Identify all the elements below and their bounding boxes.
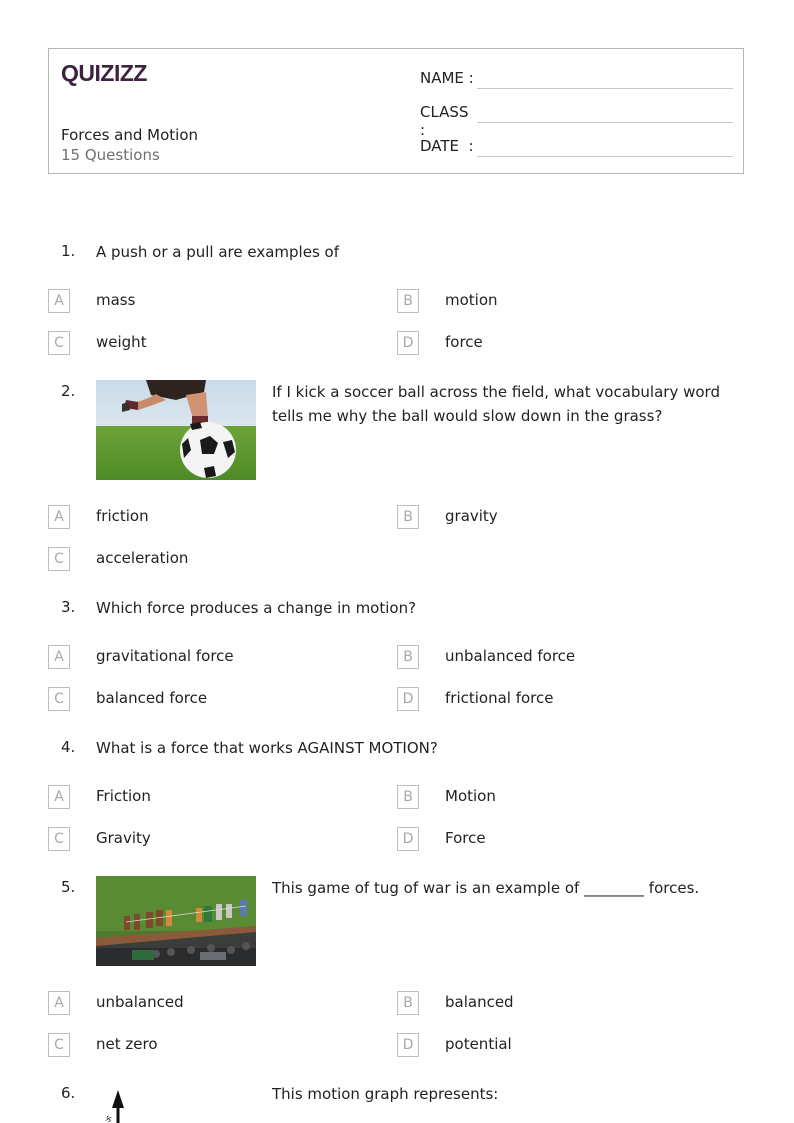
option-letter-box: B bbox=[397, 645, 419, 669]
option-letter-box: C bbox=[48, 331, 70, 355]
option-letter-box: A bbox=[48, 645, 70, 669]
worksheet-header: QUIZIZZ Forces and Motion 15 Questions N… bbox=[48, 48, 744, 174]
option-text: gravity bbox=[445, 507, 498, 525]
option-text: Friction bbox=[96, 787, 151, 805]
option-text: mass bbox=[96, 291, 136, 309]
question-number: 6. bbox=[61, 1084, 76, 1102]
option-text: potential bbox=[445, 1035, 512, 1053]
option-text: Motion bbox=[445, 787, 496, 805]
option-letter-box: A bbox=[48, 289, 70, 313]
option-letter-box: D bbox=[397, 331, 419, 355]
name-input-line[interactable] bbox=[477, 88, 733, 89]
y-axis-arrowhead bbox=[112, 1090, 124, 1108]
question-text: What is a force that works AGAINST MOTIO… bbox=[96, 739, 438, 757]
option-text: motion bbox=[445, 291, 498, 309]
option-text: weight bbox=[96, 333, 147, 351]
option-letter-box: A bbox=[48, 991, 70, 1015]
question-text: This motion graph represents: bbox=[272, 1085, 499, 1103]
quizizz-logo: QUIZIZZ bbox=[61, 60, 148, 86]
option-text: unbalanced force bbox=[445, 647, 576, 665]
option-letter-box: C bbox=[48, 687, 70, 711]
question-number: 1. bbox=[61, 242, 76, 260]
name-field[interactable]: NAME : bbox=[420, 69, 733, 89]
option-text: balanced bbox=[445, 993, 514, 1011]
option-letter-box: B bbox=[397, 289, 419, 313]
option-text: balanced force bbox=[96, 689, 208, 707]
option-letter-box: B bbox=[397, 505, 419, 529]
class-label: CLASS : bbox=[420, 103, 469, 139]
option-letter-box: A bbox=[48, 505, 70, 529]
question-number: 3. bbox=[61, 598, 76, 616]
option-text: gravitational force bbox=[96, 647, 234, 665]
option-text: friction bbox=[96, 507, 149, 525]
question-text: If I kick a soccer ball across the field… bbox=[272, 383, 720, 425]
option-text: net zero bbox=[96, 1035, 158, 1053]
date-field[interactable]: DATE : bbox=[420, 137, 733, 157]
option-letter-box: D bbox=[397, 687, 419, 711]
worksheet-title: Forces and Motion bbox=[61, 126, 199, 144]
y-axis-line bbox=[116, 1106, 120, 1123]
option-letter-box: C bbox=[48, 547, 70, 571]
option-letter-box: D bbox=[397, 827, 419, 851]
question-text: This game of tug of war is an example of… bbox=[272, 879, 700, 897]
name-label: NAME : bbox=[420, 69, 474, 87]
option-text: frictional force bbox=[445, 689, 554, 707]
option-letter-box: B bbox=[397, 991, 419, 1015]
option-letter-box: C bbox=[48, 1033, 70, 1057]
option-text: acceleration bbox=[96, 549, 189, 567]
date-label: DATE : bbox=[420, 137, 474, 155]
option-letter-box: A bbox=[48, 785, 70, 809]
question-number: 5. bbox=[61, 878, 76, 896]
logo-text: QUIZIZZ bbox=[61, 60, 147, 86]
soccer-ball-image bbox=[96, 380, 256, 480]
option-letter-box: D bbox=[397, 1033, 419, 1057]
class-input-line[interactable] bbox=[477, 122, 733, 123]
option-text: force bbox=[445, 333, 483, 351]
class-field[interactable]: CLASS : bbox=[420, 103, 733, 139]
question-number: 2. bbox=[61, 382, 76, 400]
question-text: A push or a pull are examples of bbox=[96, 243, 339, 261]
y-axis-label: ક bbox=[105, 1114, 112, 1123]
option-text: unbalanced bbox=[96, 993, 184, 1011]
option-text: Force bbox=[445, 829, 486, 847]
motion-graph-image: ક bbox=[96, 1086, 256, 1123]
question-number: 4. bbox=[61, 738, 76, 756]
date-input-line[interactable] bbox=[477, 156, 733, 157]
option-letter-box: B bbox=[397, 785, 419, 809]
question-count: 15 Questions bbox=[61, 146, 160, 164]
option-text: Gravity bbox=[96, 829, 151, 847]
question-text: Which force produces a change in motion? bbox=[96, 599, 417, 617]
tug-of-war-image bbox=[96, 876, 256, 966]
option-letter-box: C bbox=[48, 827, 70, 851]
